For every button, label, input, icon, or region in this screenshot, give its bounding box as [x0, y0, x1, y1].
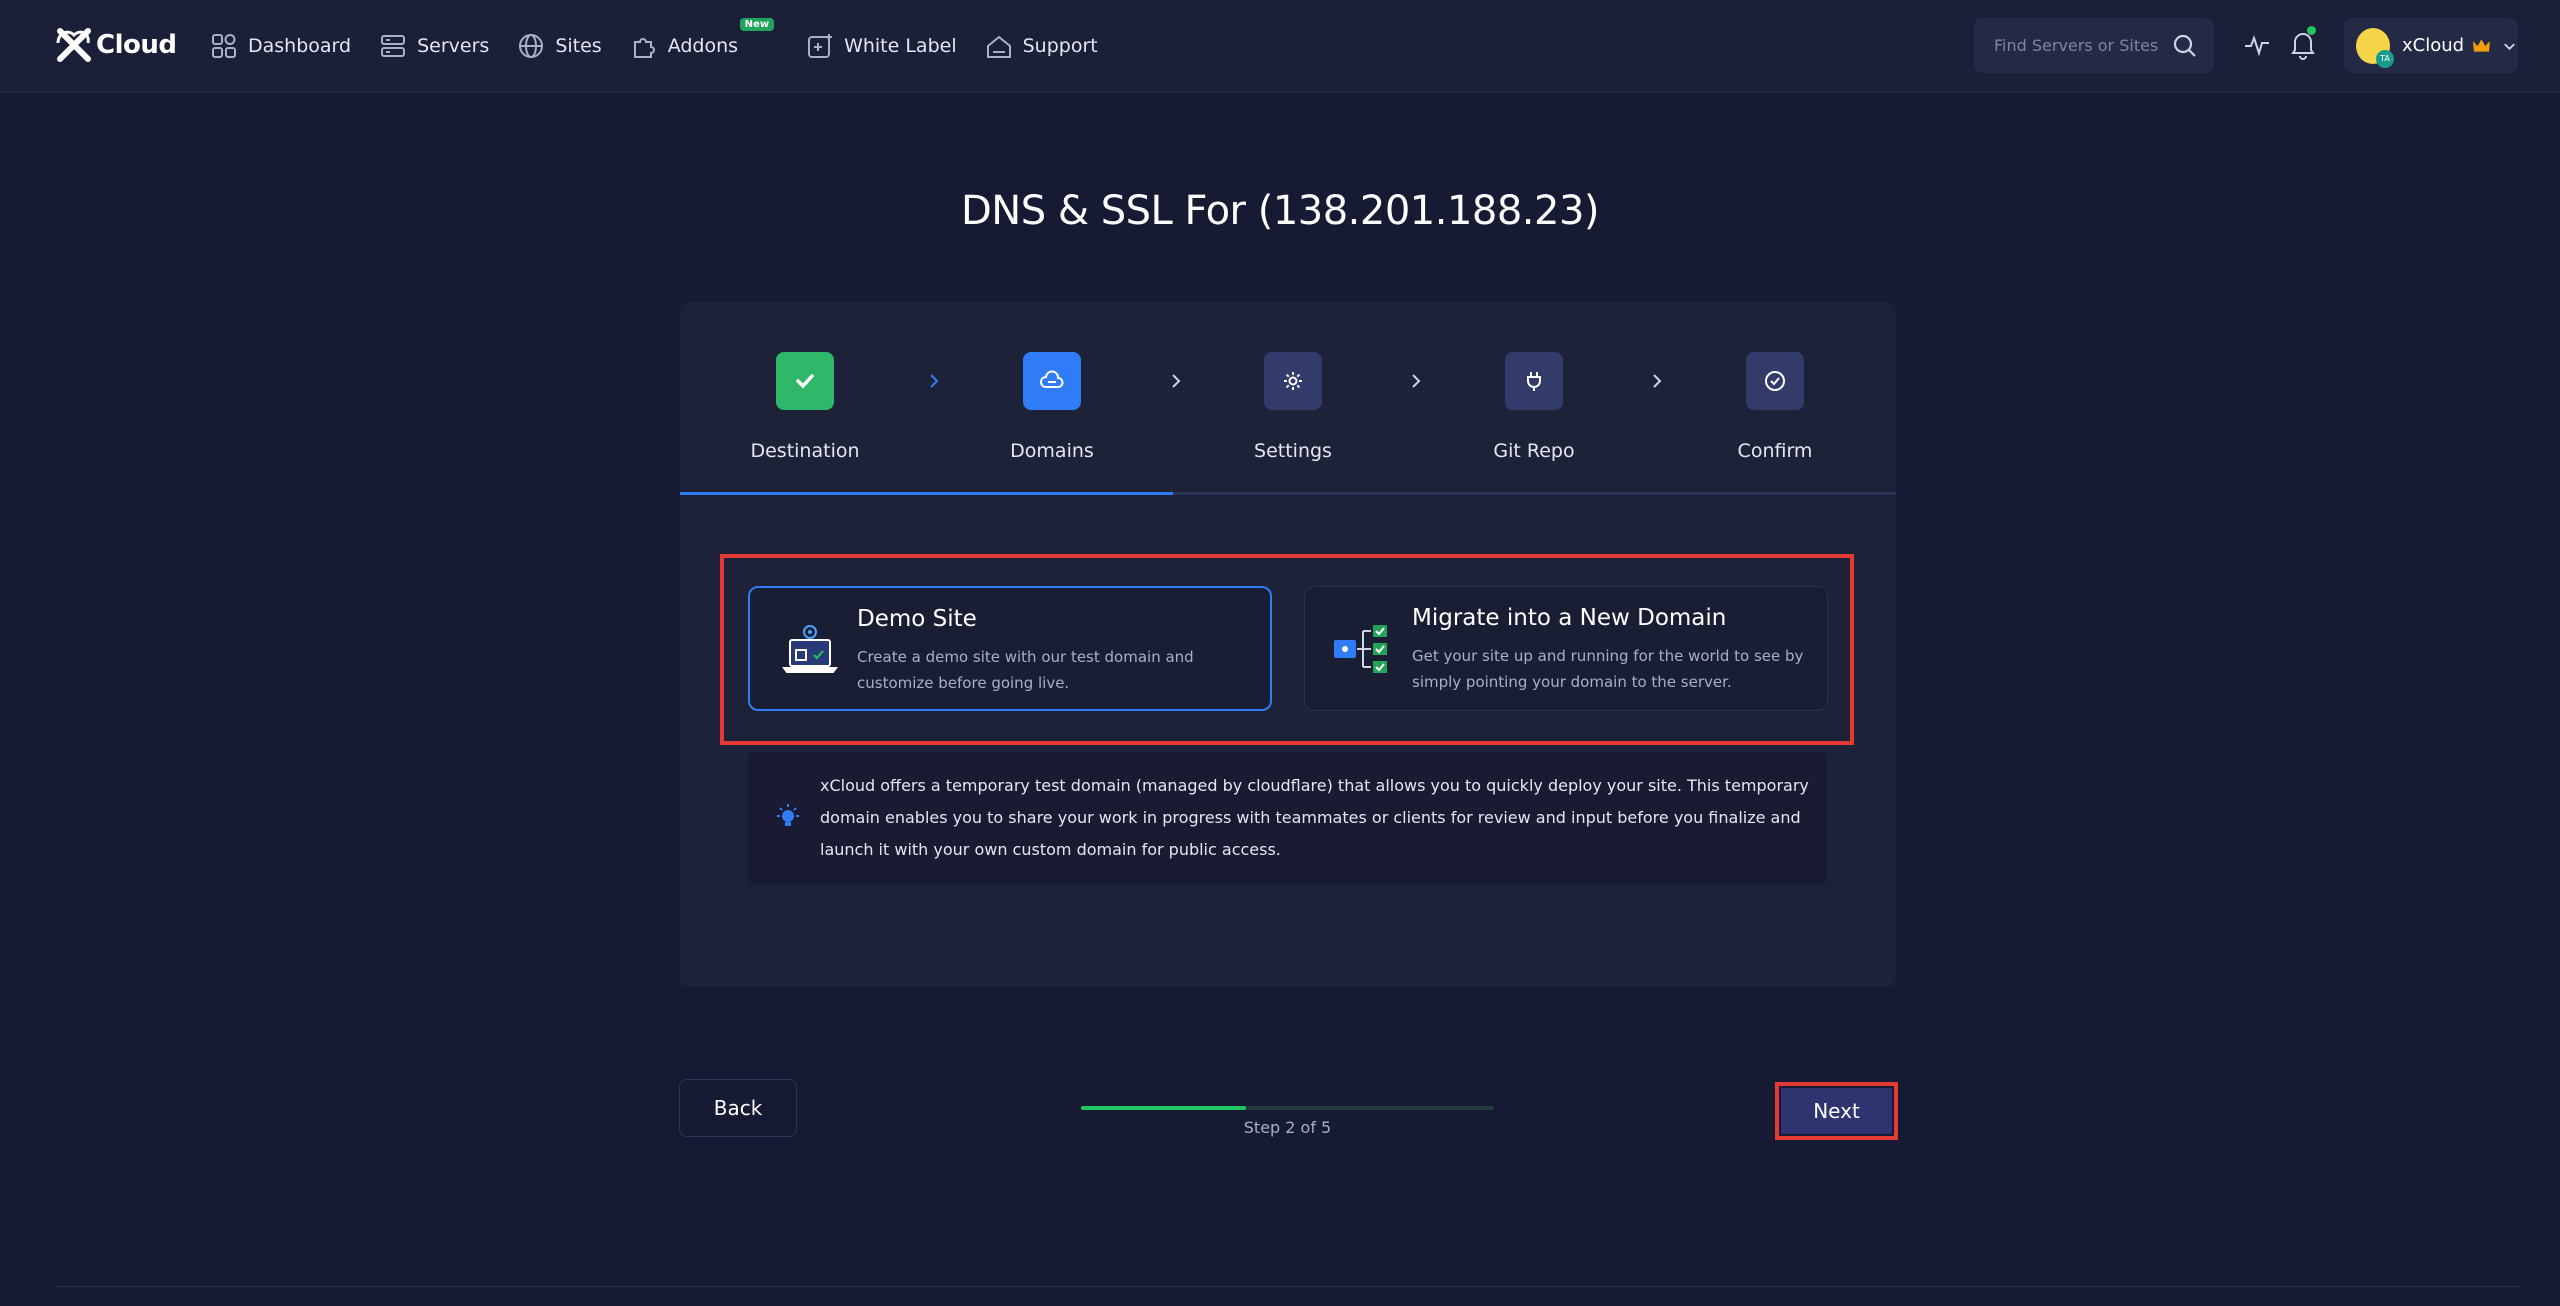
nav-label: Addons [667, 35, 739, 57]
crown-icon [2473, 38, 2491, 52]
step-label: Destination [750, 440, 860, 462]
step-label: Domains [1010, 440, 1094, 462]
avatar: TA [2356, 27, 2395, 68]
nav-label: Servers [417, 35, 490, 57]
cloud-icon [1040, 370, 1064, 388]
migrate-domain-option[interactable]: Migrate into a New Domain Get your site … [1304, 586, 1828, 711]
step-progress-bar [1081, 1106, 1494, 1110]
account-menu[interactable]: TA xCloud [2344, 18, 2518, 73]
new-badge: New [739, 18, 775, 31]
nav-label: Sites [555, 35, 602, 57]
x-logo-icon [56, 28, 91, 62]
nav-label: White Label [844, 35, 957, 57]
step-box [1746, 352, 1804, 410]
nav-label: Dashboard [248, 35, 352, 57]
main-nav: Dashboard Servers Sites Addons New White… [210, 0, 1126, 92]
dashboard-icon [212, 34, 236, 58]
chevron-right-icon [930, 374, 939, 388]
search-box [1974, 18, 2214, 73]
step-label: Settings [1254, 440, 1332, 462]
account-name: xCloud [2402, 35, 2465, 56]
globe-icon [519, 34, 544, 58]
avatar-badge: TA [2376, 49, 2395, 68]
support-icon [986, 35, 1011, 58]
footer-divider [55, 1286, 2520, 1287]
chevron-down-icon [2504, 42, 2515, 50]
gear-icon [1284, 372, 1302, 390]
step-label: Confirm [1737, 440, 1813, 462]
option-title: Demo Site [857, 606, 977, 632]
option-title: Migrate into a New Domain [1412, 605, 1727, 631]
xcloud-logo[interactable]: Cloud [54, 24, 177, 66]
search-icon[interactable] [2172, 33, 2198, 59]
search-input[interactable] [1992, 35, 2176, 56]
info-text: xCloud offers a temporary test domain (m… [820, 776, 1809, 859]
next-button[interactable]: Next [1781, 1088, 1892, 1134]
domain-checklist-icon [1334, 625, 1387, 673]
activity-icon[interactable] [2242, 30, 2272, 60]
lightbulb-icon [777, 804, 799, 826]
option-description: Create a demo site with our test domain … [857, 648, 1194, 692]
nav-servers[interactable]: Servers [379, 32, 489, 60]
step-label: Git Repo [1493, 440, 1575, 462]
back-button[interactable]: Back [679, 1079, 797, 1137]
plug-icon [1527, 372, 1541, 391]
check-circle-icon [1765, 371, 1785, 391]
stepper: Destination Domains Settings Git Repo Co… [680, 302, 1896, 495]
page-title: DNS & SSL For (138.201.188.23) [960, 188, 1600, 234]
step-box [776, 352, 834, 410]
nav-label: Support [1022, 35, 1098, 57]
step-confirm[interactable]: Confirm [1675, 352, 1875, 462]
chevron-right-icon [1172, 374, 1181, 388]
nav-dashboard[interactable]: Dashboard [210, 32, 351, 60]
notification-dot [2307, 26, 2316, 35]
demo-site-option[interactable]: Demo Site Create a demo site with our te… [748, 586, 1272, 711]
top-navigation-bar: Cloud Dashboard Servers Sites Addons New… [0, 0, 2560, 93]
nav-white-label[interactable]: White Label [806, 32, 957, 60]
step-box [1264, 352, 1322, 410]
chevron-right-icon [1653, 374, 1662, 388]
server-icon [381, 35, 406, 57]
step-settings[interactable]: Settings [1193, 352, 1393, 462]
info-box: xCloud offers a temporary test domain (m… [748, 752, 1827, 884]
wizard-card: Destination Domains Settings Git Repo Co… [680, 302, 1896, 987]
step-git-repo[interactable]: Git Repo [1434, 352, 1634, 462]
puzzle-icon [633, 38, 655, 58]
option-description: Get your site up and running for the wor… [1412, 647, 1804, 691]
stepper-progress [680, 492, 1173, 495]
laptop-gear-icon [782, 625, 838, 673]
chevron-right-icon [1412, 374, 1421, 388]
step-box [1023, 352, 1081, 410]
nav-support[interactable]: Support [985, 32, 1098, 60]
step-destination[interactable]: Destination [705, 352, 905, 462]
white-label-icon [808, 34, 833, 58]
nav-sites[interactable]: Sites [517, 32, 602, 60]
check-icon [796, 374, 814, 389]
step-domains[interactable]: Domains [952, 352, 1152, 462]
step-progress-fill [1081, 1106, 1247, 1110]
step-progress-label: Step 2 of 5 [1243, 1118, 1332, 1137]
logo-text: Cloud [96, 30, 177, 60]
nav-addons[interactable]: Addons New [630, 18, 775, 60]
step-box [1505, 352, 1563, 410]
